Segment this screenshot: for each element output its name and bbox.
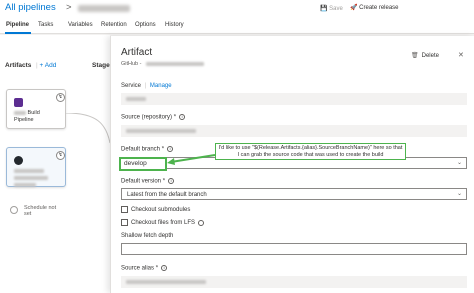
redacted-text	[14, 110, 26, 115]
tab-pipeline[interactable]: Pipeline	[6, 22, 29, 28]
info-icon[interactable]: i	[161, 265, 168, 271]
redacted-text	[146, 62, 204, 66]
panel-title: Artifact	[121, 47, 153, 58]
close-icon[interactable]: ✕	[458, 51, 464, 59]
service-label-row: Service | Manage	[121, 83, 172, 89]
info-icon[interactable]	[198, 219, 205, 226]
active-tab-indicator	[5, 32, 31, 34]
delete-button[interactable]: 🗑 Delete	[411, 52, 439, 59]
checkbox[interactable]	[121, 219, 128, 226]
chevron-down-icon: ⌄	[456, 191, 462, 197]
redacted-text	[126, 97, 146, 101]
shallow-fetch-label-row: Shallow fetch depth	[121, 233, 174, 239]
artifact-card-label: Build Pipeline	[14, 110, 40, 123]
panel-subtitle: GitHub -	[121, 61, 142, 67]
tab-tasks[interactable]: Tasks	[38, 22, 53, 28]
stage-connector	[66, 113, 110, 144]
trash-icon: 🗑	[411, 53, 419, 59]
redacted-text	[126, 129, 196, 133]
info-icon[interactable]: i	[167, 146, 174, 152]
rocket-icon: 🚀	[350, 5, 358, 11]
trigger-icon[interactable]: ↯	[56, 93, 65, 102]
pipeline-tabs: Pipeline Tasks Variables Retention Optio…	[0, 19, 474, 34]
artifact-card-label	[14, 168, 48, 189]
default-version-label-row: Default version * i	[121, 178, 175, 185]
schedule-label: Schedule not set	[24, 205, 57, 217]
info-icon[interactable]: i	[168, 178, 175, 184]
source-alias-label-row: Source alias * i	[121, 265, 168, 272]
service-field[interactable]	[121, 93, 467, 105]
artifact-card-build-pipeline[interactable]: ↯ Build Pipeline	[6, 89, 66, 129]
trigger-icon[interactable]: ↯	[56, 151, 65, 160]
clock-icon	[10, 206, 18, 214]
artifacts-heading: Artifacts	[5, 62, 32, 69]
shallow-fetch-depth-input[interactable]	[121, 243, 467, 255]
create-release-button[interactable]: 🚀 Create release	[350, 4, 399, 11]
tab-retention[interactable]: Retention	[101, 22, 127, 28]
redacted-text	[14, 175, 48, 180]
source-repository-field[interactable]	[121, 125, 467, 137]
save-button[interactable]: 💾 Save	[320, 5, 343, 12]
chevron-down-icon: ⌄	[456, 160, 462, 166]
checkout-lfs-checkbox[interactable]: Checkout files from LFS	[121, 219, 205, 226]
breadcrumb-separator: >	[66, 2, 72, 13]
tab-history[interactable]: History	[165, 22, 184, 28]
redacted-text	[126, 280, 206, 284]
info-icon[interactable]: i	[179, 114, 186, 120]
save-icon: 💾	[320, 6, 328, 12]
source-label-row: Source (repository) * i	[121, 114, 186, 121]
default-branch-label-row: Default branch * i	[121, 146, 174, 153]
redacted-text	[14, 168, 44, 173]
default-version-dropdown[interactable]: Latest from the default branch ⌄	[121, 188, 467, 200]
pipeline-name-redacted[interactable]	[78, 5, 130, 12]
github-icon	[14, 156, 23, 165]
default-branch-value-highlight[interactable]: develop	[119, 157, 167, 171]
annotation-callout: I'd like to use "$(Release.Artifacts.{al…	[215, 143, 406, 160]
breadcrumb-all-pipelines[interactable]: All pipelines	[5, 2, 56, 13]
callout-arrow	[167, 154, 216, 165]
manage-link[interactable]: Manage	[150, 83, 172, 89]
artifact-card-github[interactable]: ↯	[6, 147, 66, 187]
tab-options[interactable]: Options	[135, 22, 156, 28]
redacted-text	[14, 182, 36, 187]
add-artifact-button[interactable]: | + Add	[36, 62, 56, 69]
source-alias-field[interactable]	[121, 276, 467, 288]
add-separator: |	[36, 62, 38, 69]
checkbox[interactable]	[121, 206, 128, 213]
checkout-submodules-checkbox[interactable]: Checkout submodules	[121, 206, 190, 213]
build-icon	[14, 98, 23, 107]
top-bar: All pipelines > 💾 Save 🚀 Create release	[0, 0, 474, 19]
tab-variables[interactable]: Variables	[68, 22, 93, 28]
